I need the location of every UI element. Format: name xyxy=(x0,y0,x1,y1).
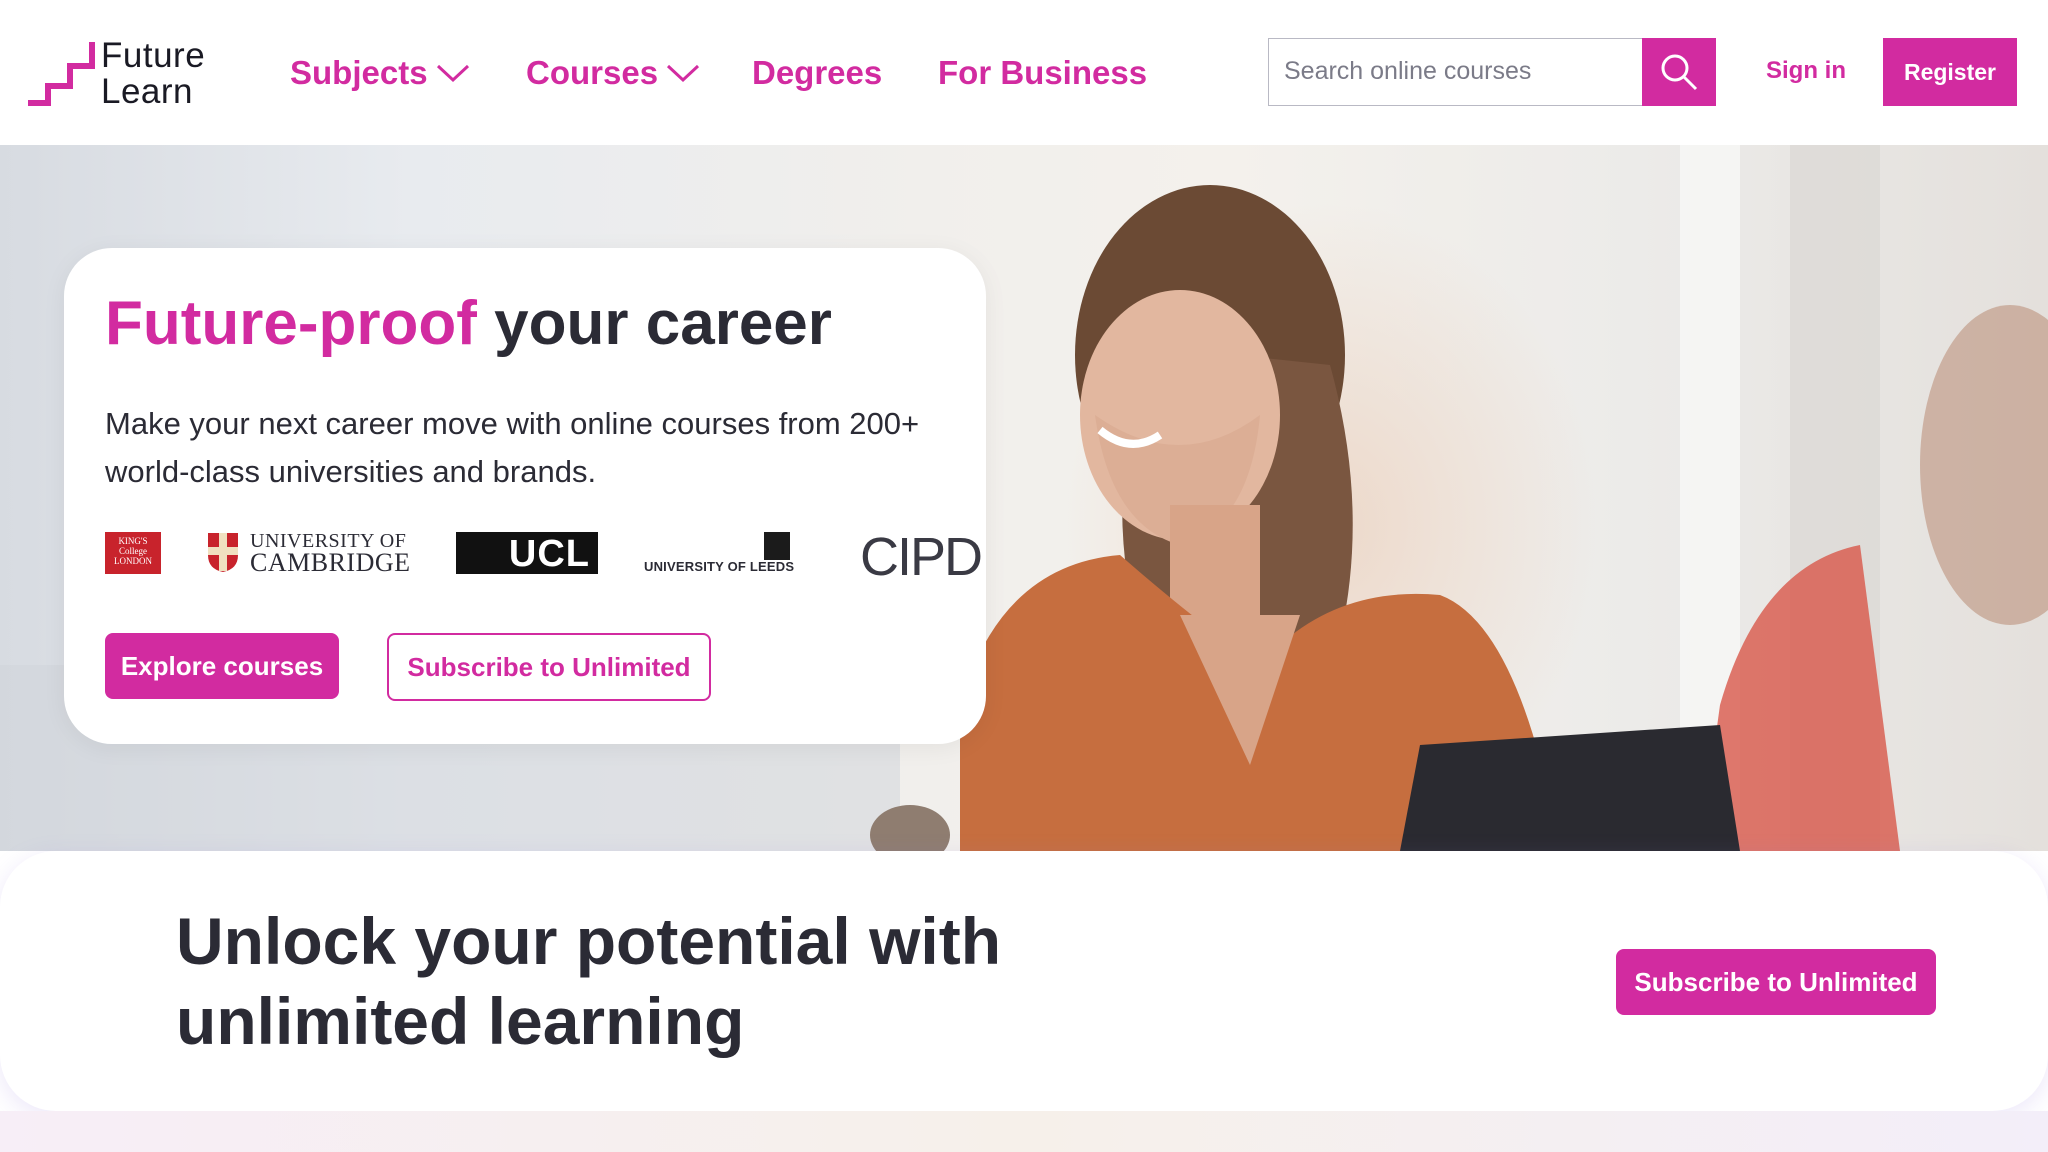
hero-title: Future-proof your career xyxy=(105,288,832,360)
leeds-logo-text: UNIVERSITY OF LEEDS xyxy=(644,559,795,574)
hero-subtitle: Make your next career move with online c… xyxy=(105,406,920,489)
hero-title-accent: Future-proof xyxy=(105,289,477,358)
search-input[interactable] xyxy=(1269,39,1643,104)
leeds-logo: UNIVERSITY OF LEEDS xyxy=(644,532,794,576)
cambridge-line2: CAMBRIDGE xyxy=(250,548,411,577)
chevron-down-icon xyxy=(436,64,469,83)
cambridge-logo: UNIVERSITY OF CAMBRIDGE xyxy=(206,530,411,577)
hero-card: Future-proof your career Make your next … xyxy=(64,248,986,744)
nav-courses-label: Courses xyxy=(526,54,659,91)
search-button[interactable] xyxy=(1642,37,1716,106)
subscribe-unlimited-button[interactable]: Subscribe to Unlimited xyxy=(1616,949,1936,1015)
futurelearn-logo[interactable]: Future Learn xyxy=(26,38,216,110)
register-button[interactable]: Register xyxy=(1883,38,2017,106)
unlimited-banner: Unlock your potential with unlimited lea… xyxy=(0,851,2048,1111)
sign-in-link[interactable]: Sign in xyxy=(1766,57,1846,85)
page-continuation xyxy=(0,1111,2048,1152)
nav-for-business[interactable]: For Business xyxy=(938,54,1147,92)
leeds-tower-icon xyxy=(764,532,790,560)
hero-section: Future-proof your career Make your next … xyxy=(0,145,2048,851)
nav-subjects-label: Subjects xyxy=(290,54,428,91)
logo-step-icon xyxy=(28,42,95,106)
hero-title-rest: your career xyxy=(476,289,832,358)
nav-degrees[interactable]: Degrees xyxy=(752,54,882,92)
search-bar xyxy=(1268,37,1716,106)
chevron-down-icon xyxy=(667,64,700,83)
search-icon xyxy=(1661,54,1698,90)
partner-logos: KING'S College LONDON UNIVERSITY OF CAMB… xyxy=(105,527,983,587)
nav-subjects[interactable]: Subjects xyxy=(290,54,470,92)
nav-courses[interactable]: Courses xyxy=(526,54,700,92)
banner-title: Unlock your potential with unlimited lea… xyxy=(176,904,1002,1058)
site-header: Future Learn Subjects Courses Degrees Fo… xyxy=(0,0,2048,145)
cipd-logo: CIPD xyxy=(860,527,983,587)
explore-courses-button[interactable]: Explore courses xyxy=(105,633,339,699)
cambridge-crest-icon xyxy=(208,533,238,572)
ucl-logo: UCL xyxy=(456,532,598,575)
logo-wordmark: Future Learn xyxy=(101,36,206,111)
kings-college-logo: KING'S College LONDON xyxy=(105,532,161,574)
subscribe-unlimited-outline-button[interactable]: Subscribe to Unlimited xyxy=(387,633,711,701)
